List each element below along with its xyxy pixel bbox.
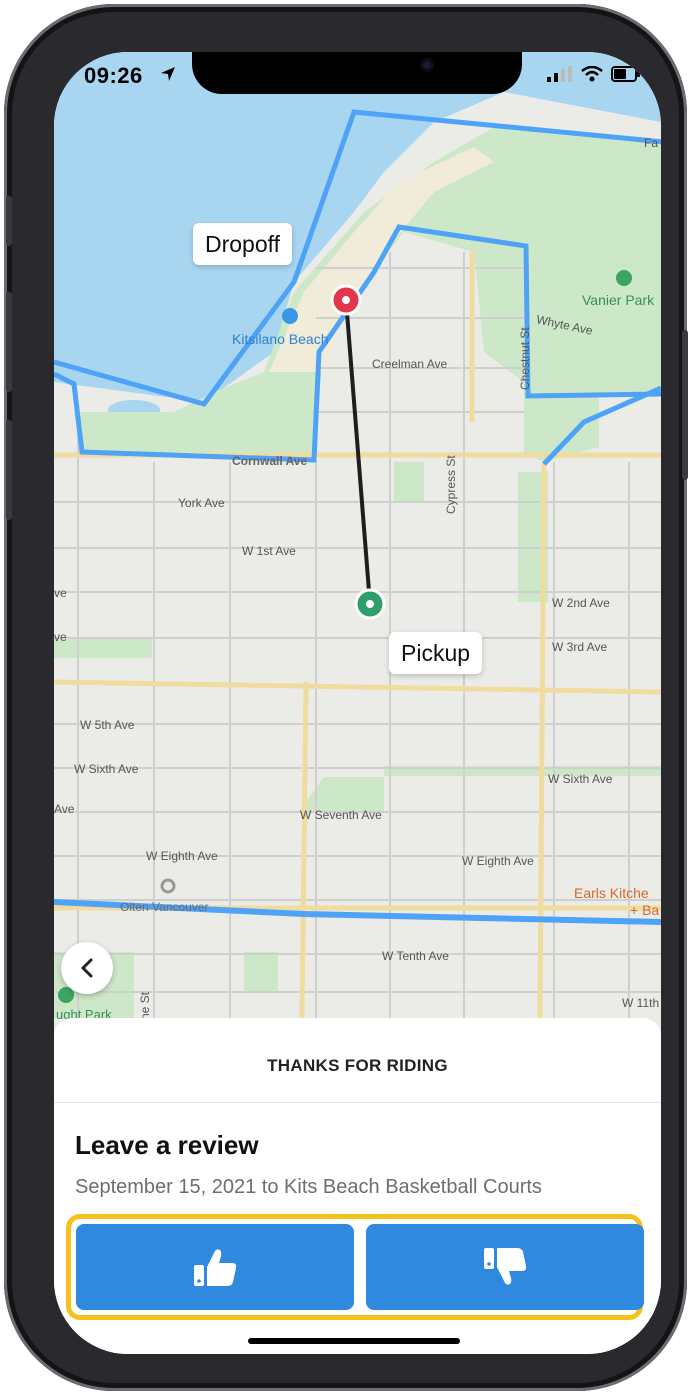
signal-icon: [547, 66, 572, 82]
trip-summary: September 15, 2021 to Kits Beach Basketb…: [75, 1176, 542, 1198]
street-label-cypress: Cypress St: [444, 455, 458, 514]
street-label-wtenth: W Tenth Ave: [382, 949, 449, 963]
pickup-pin-icon: [354, 588, 386, 620]
street-label-w11th: W 11th: [622, 996, 660, 1010]
street-label-wsixth-right: W Sixth Ave: [548, 772, 613, 786]
street-label-olten: Olten Vancouver: [120, 900, 209, 914]
dropoff-label: Dropoff: [193, 223, 293, 265]
street-label-w3rd: W 3rd Ave: [552, 640, 608, 654]
poi-label-vanier: Vanier Park: [582, 292, 655, 308]
volume-up-button: [6, 292, 12, 392]
poi-label-earls: Earls Kitche: [574, 885, 649, 901]
front-camera: [420, 58, 434, 72]
street-label-chestnut: Chestnut St: [518, 327, 532, 390]
review-buttons-highlight: [66, 1214, 644, 1320]
street-label-cornwall: Cornwall Ave: [232, 454, 308, 468]
back-button[interactable]: [61, 942, 113, 994]
street-label-w1st: W 1st Ave: [242, 544, 296, 558]
street-label-ave: Ave: [54, 802, 75, 816]
screen: Creelman Ave Cornwall Ave York Ave W 1st…: [54, 52, 661, 1354]
street-label-weighth-right: W Eighth Ave: [462, 854, 534, 868]
thumbs-up-icon: [194, 1249, 237, 1286]
street-label-wseventh: W Seventh Ave: [300, 808, 382, 822]
power-button: [682, 330, 688, 480]
pickup-label: Pickup: [389, 632, 483, 674]
status-indicators: [547, 66, 641, 82]
beach-poi-icon: [282, 308, 298, 324]
review-sheet: THANKS FOR RIDING Leave a review Septemb…: [54, 1018, 661, 1354]
poi-label-kits-beach: Kitsilano Beach: [232, 331, 329, 347]
street-label-creelman: Creelman Ave: [372, 357, 448, 371]
street-label-w5th: W 5th Ave: [80, 718, 135, 732]
divider: [54, 1102, 661, 1103]
thumbs-down-button[interactable]: [366, 1224, 644, 1310]
notch: [192, 52, 522, 94]
street-label-ne-st: ne St: [138, 991, 152, 1020]
mute-switch: [6, 196, 12, 246]
status-time: 09:26: [84, 63, 143, 88]
street-label-wsixth-left: W Sixth Ave: [74, 762, 139, 776]
volume-down-button: [6, 420, 12, 520]
street-label-ve-2: ve: [54, 630, 67, 644]
thumbs-up-button[interactable]: [76, 1224, 354, 1310]
wifi-icon: [581, 66, 603, 82]
poi-label-earls-2: + Ba: [630, 902, 660, 918]
chevron-left-icon: [81, 958, 93, 978]
street-label-ve-1: ve: [54, 586, 67, 600]
street-label-fa: Fa: [644, 136, 659, 150]
review-heading: Leave a review: [75, 1130, 259, 1160]
battery-icon: [611, 66, 640, 82]
street-label-york: York Ave: [178, 496, 225, 510]
street-label-weighth-left: W Eighth Ave: [146, 849, 218, 863]
park-poi-icon: [616, 270, 632, 286]
dropoff-pin-icon: [330, 284, 362, 316]
street-label-w2nd: W 2nd Ave: [552, 596, 610, 610]
home-indicator: [248, 1338, 460, 1344]
thumbs-down-icon: [484, 1248, 527, 1285]
sheet-title: THANKS FOR RIDING: [267, 1056, 448, 1075]
location-arrow-icon: [161, 67, 175, 81]
